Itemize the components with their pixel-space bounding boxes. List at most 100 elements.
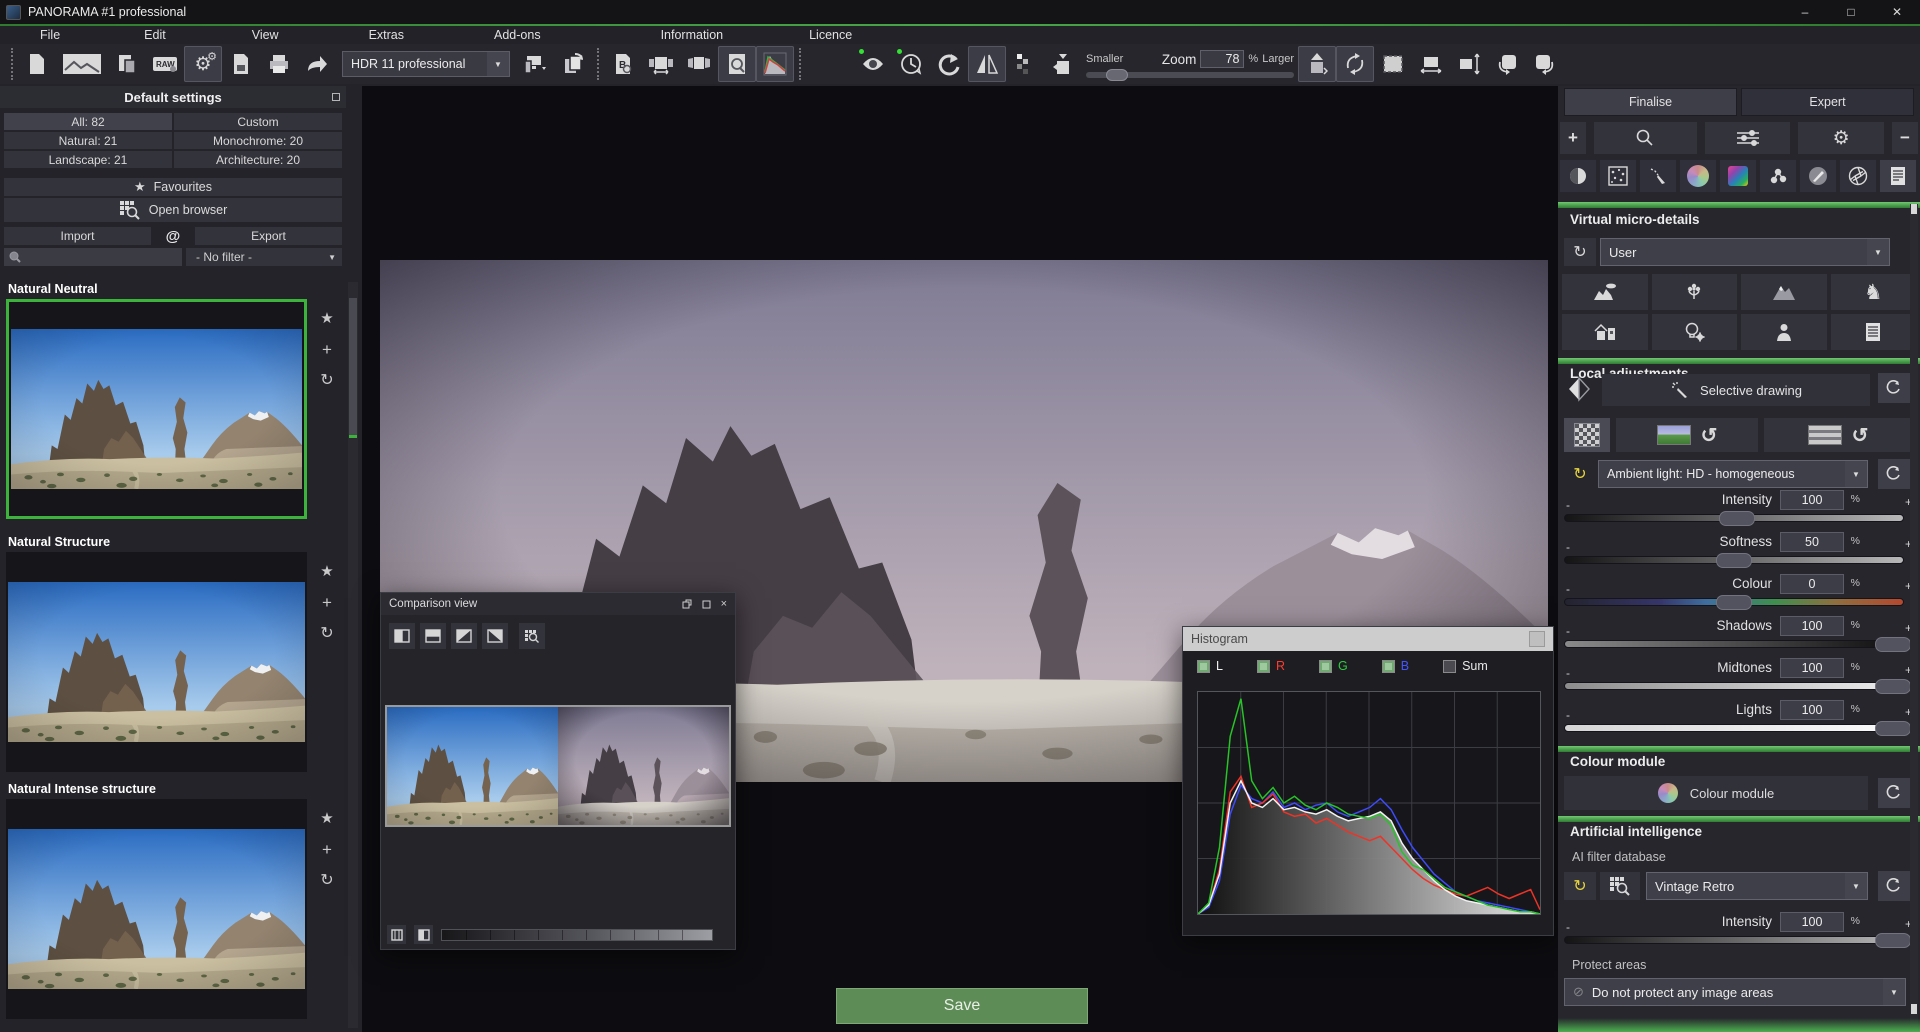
halftone-button[interactable] <box>1006 46 1044 82</box>
reapply-preset-icon[interactable]: ↻ <box>316 869 338 891</box>
resize-height-button[interactable] <box>1450 46 1488 82</box>
selective-drawing-button[interactable]: Selective drawing <box>1602 374 1870 406</box>
slider-thumb[interactable] <box>1875 637 1911 652</box>
split-diagonal-reverse-button[interactable] <box>482 623 508 649</box>
colour-balance-tool-button[interactable] <box>1760 160 1796 192</box>
slider-decrease[interactable]: - <box>1566 624 1570 638</box>
add-preset-icon[interactable]: + <box>316 339 338 361</box>
draw-tool-button[interactable] <box>1800 160 1836 192</box>
slider-value[interactable]: 100 <box>1780 700 1844 720</box>
comparison-blend-slider[interactable] <box>441 929 713 941</box>
slider-track[interactable] <box>1564 936 1904 944</box>
slider-value[interactable]: 100 <box>1780 490 1844 510</box>
ai-expand-button[interactable] <box>1878 871 1910 901</box>
menu-information[interactable]: Information <box>649 28 736 42</box>
close-icon[interactable]: × <box>721 598 727 610</box>
filter-monochrome-button[interactable]: Monochrome: 20 <box>174 132 342 149</box>
zoom-value-input[interactable]: 78 <box>1200 50 1244 68</box>
slider-track[interactable] <box>1564 514 1904 522</box>
category-text-button[interactable] <box>1831 314 1917 350</box>
slider-value[interactable]: 100 <box>1780 616 1844 636</box>
slider-thumb[interactable] <box>1716 553 1752 568</box>
close-button[interactable]: ✕ <box>1874 0 1920 24</box>
detach-icon[interactable] <box>682 599 692 609</box>
reset-gradient-button[interactable]: ↺ <box>1616 418 1758 452</box>
batch-processing-button[interactable] <box>108 46 146 82</box>
category-people-button[interactable] <box>1741 314 1827 350</box>
comparison-split-mode-button[interactable] <box>414 925 433 944</box>
selective-drawing-expand-button[interactable] <box>1878 373 1910 403</box>
comparison-browser-button[interactable] <box>519 623 545 649</box>
aperture-tool-button[interactable] <box>1840 160 1876 192</box>
favourite-star-icon[interactable]: ★ <box>316 807 338 829</box>
slider-track[interactable] <box>1564 556 1904 564</box>
import-button[interactable]: Import <box>4 227 151 245</box>
save-button[interactable]: Save <box>836 988 1088 1024</box>
scrollbar-thumb[interactable] <box>1911 1004 1917 1014</box>
menu-licence[interactable]: Licence <box>797 28 864 42</box>
at-icon[interactable]: @ <box>153 227 193 245</box>
mask-checker-button[interactable] <box>1564 418 1610 452</box>
slider-decrease[interactable]: - <box>1566 498 1570 512</box>
devices-button[interactable] <box>516 46 554 82</box>
panorama-view-button[interactable] <box>642 46 680 82</box>
zoom-slider-thumb[interactable] <box>1106 69 1128 81</box>
colour-space-tool-button[interactable] <box>1720 160 1756 192</box>
category-lights-button[interactable] <box>1652 314 1738 350</box>
chevron-down-icon[interactable]: ▼ <box>487 52 509 76</box>
retouch-tool-button[interactable] <box>1640 160 1676 192</box>
slider-value[interactable]: 100 <box>1780 912 1844 932</box>
menu-view[interactable]: View <box>240 28 291 42</box>
mirror-button[interactable] <box>968 46 1006 82</box>
channel-l-toggle[interactable]: L <box>1197 659 1223 673</box>
histogram-close-button[interactable] <box>1529 631 1545 647</box>
ai-browser-button[interactable] <box>1600 872 1640 900</box>
protect-areas-dropdown[interactable]: ⊘ Do not protect any image areas ▼ <box>1564 978 1906 1006</box>
channel-b-toggle[interactable]: B <box>1382 659 1409 673</box>
slider-value[interactable]: 0 <box>1780 574 1844 594</box>
add-preset-icon[interactable]: + <box>316 839 338 861</box>
project-type-dropdown[interactable]: HDR 11 professional ▼ <box>342 51 510 77</box>
presets-scrollbar[interactable] <box>348 282 358 1028</box>
comparison-original-image[interactable] <box>387 707 558 825</box>
ambient-refresh-button[interactable]: ↻ <box>1564 460 1596 488</box>
colour-wheel-tool-button[interactable] <box>1680 160 1716 192</box>
preview-toggle-button[interactable] <box>854 46 892 82</box>
split-vertical-button[interactable] <box>389 623 415 649</box>
category-mountain-button[interactable] <box>1741 274 1827 310</box>
vignette-tool-button[interactable] <box>1560 160 1596 192</box>
preset-thumbnail[interactable] <box>6 799 307 1019</box>
preset-thumbnail[interactable] <box>6 552 307 772</box>
favourites-button[interactable]: ★ Favourites <box>4 178 342 196</box>
micro-refresh-button[interactable]: ↻ <box>1564 238 1596 266</box>
slider-decrease[interactable]: - <box>1566 540 1570 554</box>
rotate-canvas-button[interactable] <box>1336 46 1374 82</box>
fit-view-button[interactable] <box>1298 46 1336 82</box>
ai-refresh-button[interactable]: ↻ <box>1564 872 1596 900</box>
colour-module-button[interactable]: Colour module <box>1564 776 1868 810</box>
filter-natural-button[interactable]: Natural: 21 <box>4 132 172 149</box>
add-preset-icon[interactable]: + <box>316 592 338 614</box>
minimize-button[interactable]: – <box>1782 0 1828 24</box>
split-horizontal-button[interactable] <box>420 623 446 649</box>
ambient-expand-button[interactable] <box>1878 459 1910 489</box>
print-button[interactable] <box>260 46 298 82</box>
menu-addons[interactable]: Add-ons <box>482 28 553 42</box>
magnifier-view-button[interactable] <box>718 46 756 82</box>
slider-thumb[interactable] <box>1875 679 1911 694</box>
search-filter-button[interactable] <box>1594 122 1697 154</box>
zoom-smaller-label[interactable]: Smaller <box>1086 53 1123 65</box>
micro-preset-dropdown[interactable]: User ▼ <box>1600 238 1890 266</box>
slider-thumb[interactable] <box>1875 721 1911 736</box>
redo-button[interactable] <box>930 46 968 82</box>
split-diagonal-button[interactable] <box>451 623 477 649</box>
history-button[interactable] <box>892 46 930 82</box>
settings-button[interactable]: ⚙⚙ <box>184 46 222 82</box>
remove-filter-button[interactable]: − <box>1892 122 1918 154</box>
panorama-projection-button[interactable] <box>680 46 718 82</box>
export-button[interactable] <box>298 46 336 82</box>
menu-edit[interactable]: Edit <box>132 28 178 42</box>
open-image-button[interactable] <box>56 46 108 82</box>
selection-button[interactable] <box>1374 46 1412 82</box>
slider-decrease[interactable]: - <box>1566 666 1570 680</box>
